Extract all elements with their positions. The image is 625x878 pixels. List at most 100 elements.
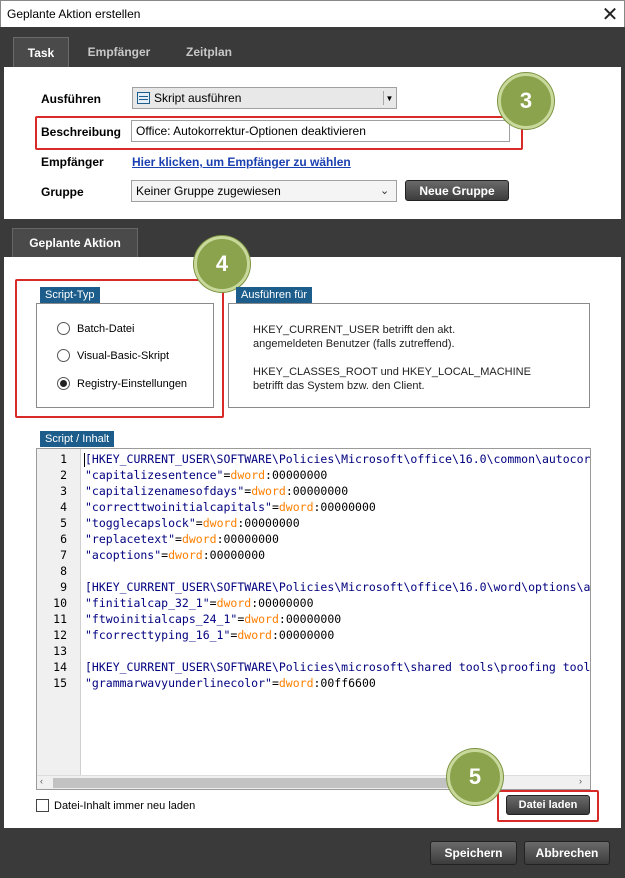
execute-label: Ausführen <box>41 92 101 106</box>
reload-checkbox[interactable] <box>36 799 49 812</box>
chevron-down-icon: ⌄ <box>380 185 390 197</box>
callout-badge-3: 3 <box>498 73 554 129</box>
line-number: 13 <box>53 644 67 658</box>
run-for-title: Ausführen für <box>236 287 313 303</box>
code-token: "grammarwavyunderlinecolor" <box>85 676 272 690</box>
radio-vbs-label: Visual-Basic-Skript <box>77 349 170 362</box>
code-token: [HKEY_CURRENT_USER\SOFTWARE\Policies\Mic… <box>85 580 591 594</box>
scroll-left-icon[interactable]: ‹ <box>40 776 43 786</box>
close-icon[interactable]: ✕ <box>595 1 625 27</box>
code-line: "capitalizenamesofdays"=dword:00000000 <box>85 484 348 498</box>
tab-scheduled-action[interactable]: Geplante Aktion <box>12 228 138 257</box>
line-number: 4 <box>60 500 67 514</box>
line-number: 10 <box>53 596 67 610</box>
code-line: "fcorrecttyping_16_1"=dword:00000000 <box>85 628 334 642</box>
script-content-title: Script / Inhalt <box>40 431 115 447</box>
execute-select[interactable]: Skript ausführen ▼ <box>132 87 397 109</box>
radio-button-selected[interactable] <box>57 377 70 390</box>
description-label: Beschreibung <box>41 125 122 139</box>
code-token: :00000000 <box>202 548 266 562</box>
code-token: :00000000 <box>313 500 376 514</box>
code-line: "capitalizesentence"=dword:00000000 <box>85 468 327 482</box>
group-select-value: Keiner Gruppe zugewiesen <box>136 184 281 198</box>
code-line: "togglecapslock"=dword:00000000 <box>85 516 300 530</box>
code-token: dword <box>216 596 252 610</box>
code-token: [HKEY_CURRENT_USER\SOFTWARE\Policies\Mic… <box>85 452 591 466</box>
code-token: :00000000 <box>237 516 300 530</box>
line-number: 6 <box>60 532 67 546</box>
scrollbar-thumb[interactable] <box>53 778 483 788</box>
radio-button[interactable] <box>57 322 70 335</box>
callout-badge-5: 5 <box>447 749 503 805</box>
line-number: 5 <box>60 516 67 530</box>
code-token: dword <box>181 532 217 546</box>
recipients-link[interactable]: Hier klicken, um Empfänger zu wählen <box>132 155 351 169</box>
code-token: dword <box>168 548 203 562</box>
code-token: :00ff6600 <box>313 676 376 690</box>
horizontal-scrollbar[interactable]: ‹ › <box>37 775 590 789</box>
description-input-value: Office: Autokorrektur-Optionen deaktivie… <box>136 124 366 138</box>
line-number: 8 <box>60 564 67 578</box>
run-for-text-3: HKEY_CLASSES_ROOT und HKEY_LOCAL_MACHINE <box>253 366 531 378</box>
code-token: "replacetext" <box>85 532 176 546</box>
code-token: "correcttwoinitialcapitals" <box>85 500 272 514</box>
code-token: dword <box>278 676 314 690</box>
script-type-title: Script-Typ <box>40 287 100 303</box>
code-token: dword <box>202 516 238 530</box>
execute-select-value: Skript ausführen <box>154 91 242 105</box>
save-button[interactable]: Speichern <box>430 841 517 865</box>
run-for-text-2: angemeldeten Benutzer (falls zutreffend)… <box>253 338 455 350</box>
code-token: "fcorrecttyping_16_1" <box>85 628 231 642</box>
run-for-text-1: HKEY_CURRENT_USER betrifft den akt. <box>253 324 456 336</box>
radio-batch-label: Batch-Datei <box>77 322 135 335</box>
description-input[interactable]: Office: Autokorrektur-Optionen deaktivie… <box>131 120 510 142</box>
new-group-button[interactable]: Neue Gruppe <box>405 180 509 201</box>
load-file-button[interactable]: Datei laden <box>506 795 590 815</box>
code-line: "acoptions"=dword:00000000 <box>85 548 265 562</box>
title-bar: Geplante Aktion erstellen ✕ <box>0 0 625 27</box>
tab-schedule[interactable]: Zeitplan <box>172 45 246 59</box>
radio-batch[interactable]: Batch-Datei <box>57 322 134 335</box>
code-line: [HKEY_CURRENT_USER\SOFTWARE\Policies\mic… <box>85 660 590 674</box>
code-token: "capitalizesentence" <box>85 468 224 482</box>
script-icon <box>137 92 150 104</box>
tab-task-label: Task <box>27 46 55 60</box>
code-token: [HKEY_CURRENT_USER\SOFTWARE\Policies\mic… <box>85 660 591 674</box>
code-token: "acoptions" <box>85 548 162 562</box>
tab-recipients[interactable]: Empfänger <box>78 45 160 59</box>
reload-checkbox-row[interactable]: Datei-Inhalt immer neu laden <box>36 799 195 812</box>
code-line: "finitialcap_32_1"=dword:00000000 <box>85 596 314 610</box>
chevron-down-icon: ▼ <box>383 91 395 105</box>
code-token: = <box>195 516 203 530</box>
reload-checkbox-label: Datei-Inhalt immer neu laden <box>54 799 196 812</box>
code-line: "ftwoinitialcaps_24_1"=dword:00000000 <box>85 612 341 626</box>
code-line: "grammarwavyunderlinecolor"=dword:00ff66… <box>85 676 376 690</box>
code-token: dword <box>278 500 314 514</box>
code-token: = <box>175 532 182 546</box>
code-token: :00000000 <box>251 596 314 610</box>
scroll-right-icon[interactable]: › <box>579 776 582 786</box>
run-for-text-4: betrifft das System bzw. den Client. <box>253 380 425 392</box>
tab-task[interactable]: Task <box>13 37 69 68</box>
code-token: = <box>271 500 279 514</box>
line-number: 15 <box>53 676 67 690</box>
cancel-button[interactable]: Abbrechen <box>524 841 610 865</box>
line-number-gutter: 1 2 3 4 5 6 7 8 9 10 11 12 13 14 15 <box>37 449 81 775</box>
code-token: :00000000 <box>278 612 342 626</box>
code-line: "correcttwoinitialcapitals"=dword:000000… <box>85 500 376 514</box>
recipients-label: Empfänger <box>41 155 104 169</box>
line-number: 12 <box>53 628 67 642</box>
line-number: 9 <box>60 580 67 594</box>
radio-vbs[interactable]: Visual-Basic-Skript <box>57 349 169 362</box>
line-number: 3 <box>60 484 67 498</box>
code-token: = <box>271 676 279 690</box>
group-select[interactable]: Keiner Gruppe zugewiesen ⌄ <box>131 180 397 202</box>
script-editor[interactable]: 1 2 3 4 5 6 7 8 9 10 11 12 13 14 15 [HKEY_CURRENT_USER… <box>36 448 591 790</box>
group-label: Gruppe <box>41 185 84 199</box>
line-number: 1 <box>60 452 67 466</box>
radio-registry-label: Registry-Einstellungen <box>77 377 188 390</box>
code-token: dword <box>244 612 279 626</box>
radio-registry[interactable]: Registry-Einstellungen <box>57 377 187 390</box>
radio-button[interactable] <box>57 349 70 362</box>
code-token: dword <box>237 628 272 642</box>
